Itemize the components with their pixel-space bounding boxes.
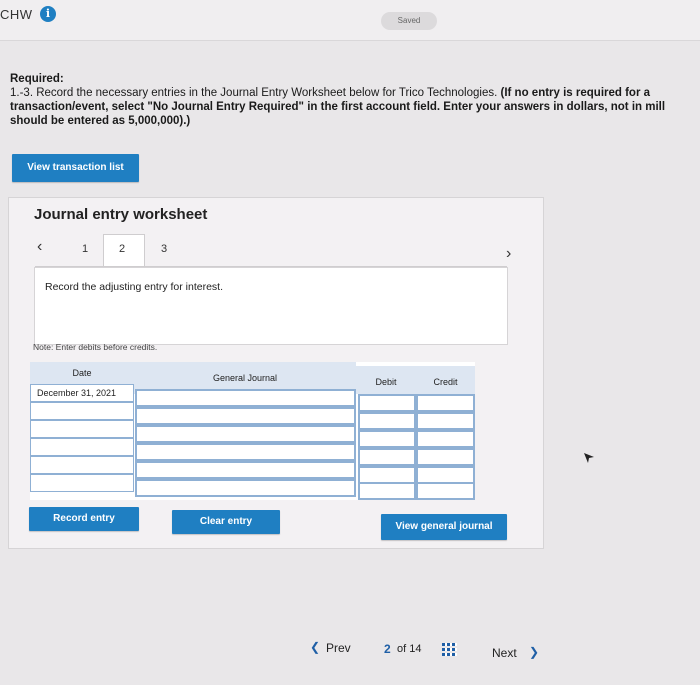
date-cell[interactable] [30, 474, 134, 492]
chevron-right-icon[interactable]: ❯ [529, 645, 539, 659]
entry-description: Record the adjusting entry for interest. [45, 281, 224, 293]
current-page: 2 [384, 642, 391, 656]
date-cell[interactable]: December 31, 2021 [30, 384, 134, 402]
description-box [34, 267, 508, 345]
top-bar: CHW i Saved [0, 0, 700, 41]
chevron-left-icon[interactable]: ❮ [310, 640, 320, 654]
tab-1[interactable]: 1 [82, 243, 88, 255]
date-cell[interactable] [30, 402, 134, 420]
worksheet-title: Journal entry worksheet [34, 206, 208, 223]
brand-label: CHW [0, 7, 33, 22]
column-header-credit: Credit [416, 366, 475, 394]
chevron-right-icon[interactable]: › [506, 245, 511, 263]
debit-input[interactable] [358, 448, 416, 466]
account-input[interactable] [135, 425, 356, 443]
instructions-line-1-text: 1.-3. Record the necessary entries in th… [10, 87, 501, 99]
grid-view-icon[interactable] [442, 641, 457, 656]
instructions-label: Required: [10, 73, 64, 85]
view-general-journal-button[interactable]: View general journal [381, 514, 507, 540]
credit-input[interactable] [416, 412, 475, 430]
instructions-line-2: transaction/event, select "No Journal En… [10, 101, 666, 113]
saved-status-badge: Saved [381, 12, 437, 30]
instructions-line-3: should be entered as 5,000,000).) [10, 115, 191, 127]
date-cell[interactable] [30, 456, 134, 474]
credit-input[interactable] [416, 482, 475, 500]
journal-entry-grid: Date General Journal Debit Credit Decemb… [30, 362, 475, 500]
debit-input[interactable] [358, 482, 416, 500]
next-button[interactable]: Next [492, 646, 517, 660]
view-transaction-list-button[interactable]: View transaction list [12, 154, 139, 182]
credit-input[interactable] [416, 394, 475, 412]
account-input[interactable] [135, 443, 356, 461]
instructions-line-1: 1.-3. Record the necessary entries in th… [10, 86, 700, 100]
clear-entry-button[interactable]: Clear entry [172, 510, 280, 534]
date-cell[interactable] [30, 438, 134, 456]
mouse-cursor-icon [584, 453, 594, 463]
column-header-date: Date [30, 362, 134, 384]
column-header-debit: Debit [356, 366, 416, 394]
account-input[interactable] [135, 389, 356, 407]
date-cell[interactable] [30, 420, 134, 438]
debit-credit-note: Note: Enter debits before credits. [33, 342, 158, 352]
tab-3[interactable]: 3 [161, 243, 167, 255]
debit-input[interactable] [358, 430, 416, 448]
page-count: of 14 [397, 643, 422, 655]
account-input[interactable] [135, 461, 356, 479]
credit-input[interactable] [416, 430, 475, 448]
record-entry-button[interactable]: Record entry [29, 507, 139, 531]
account-input[interactable] [135, 479, 356, 497]
instructions: Required: 1.-3. Record the necessary ent… [10, 72, 700, 128]
credit-input[interactable] [416, 448, 475, 466]
tab-2[interactable]: 2 [119, 243, 125, 255]
debit-input[interactable] [358, 412, 416, 430]
debit-input[interactable] [358, 394, 416, 412]
info-icon[interactable]: i [40, 6, 56, 22]
prev-button[interactable]: Prev [326, 641, 351, 655]
chevron-left-icon[interactable]: ‹ [37, 238, 42, 256]
account-input[interactable] [135, 407, 356, 425]
instructions-line-1-bold: (If no entry is required for a [500, 87, 651, 99]
